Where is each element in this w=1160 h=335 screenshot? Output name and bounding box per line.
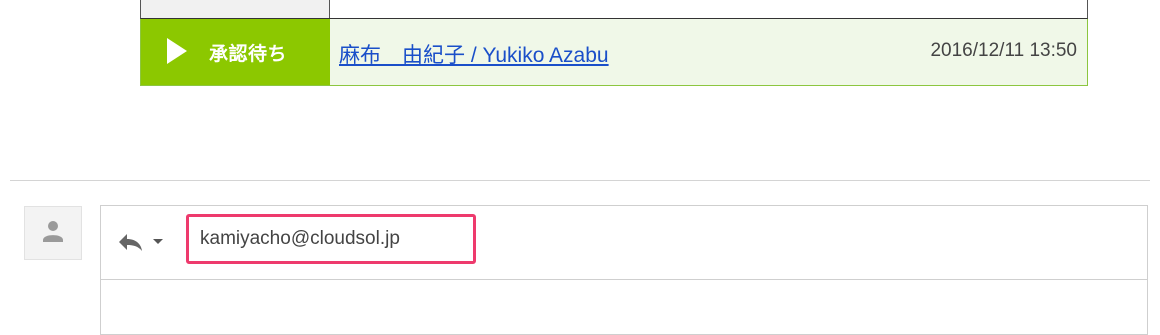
- previous-row: [140, 0, 1088, 19]
- recipient-field[interactable]: kamiyacho@cloudsol.jp: [186, 214, 476, 264]
- status-date: 2016/12/11 13:50: [930, 40, 1077, 61]
- approval-table: 承認待ち 麻布 由紀子 / Yukiko Azabu 2016/12/11 13…: [140, 0, 1088, 86]
- reply-header: kamiyacho@cloudsol.jp: [101, 206, 1147, 280]
- reply-type-menu[interactable]: [117, 230, 167, 254]
- applicant-link[interactable]: 麻布 由紀子 / Yukiko Azabu: [339, 39, 609, 69]
- status-cell: 承認待ち: [141, 19, 330, 85]
- reply-composer: kamiyacho@cloudsol.jp: [100, 205, 1148, 335]
- avatar: [24, 206, 82, 260]
- play-icon: [167, 38, 187, 64]
- person-icon: [43, 221, 63, 242]
- chevron-down-icon: [153, 239, 163, 244]
- reply-arrow-icon: [119, 234, 142, 251]
- approval-status-row: 承認待ち 麻布 由紀子 / Yukiko Azabu 2016/12/11 13…: [140, 19, 1088, 86]
- previous-row-status-cell: [141, 0, 330, 18]
- divider: [10, 180, 1150, 181]
- status-label: 承認待ち: [209, 44, 288, 65]
